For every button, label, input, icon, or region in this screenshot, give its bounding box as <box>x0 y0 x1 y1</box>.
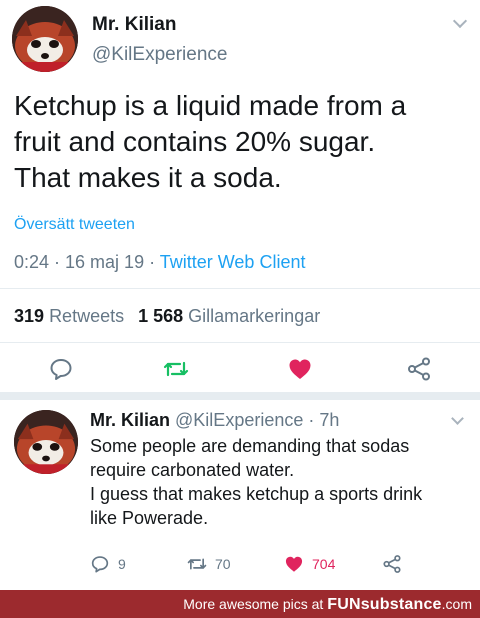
reply-share-button[interactable] <box>382 553 410 575</box>
likes-label: Gillamarkeringar <box>188 306 321 326</box>
author-handle[interactable]: @KilExperience <box>92 44 227 66</box>
reply-icon <box>50 359 72 380</box>
watermark-suffix: .com <box>441 596 472 612</box>
watermark-prefix: More awesome pics at <box>183 596 328 612</box>
reply-text-line: I guess that makes ketchup a sports drin… <box>90 484 423 504</box>
watermark-text: More awesome pics at FUNsubstance.com <box>183 596 472 614</box>
retweets-count: 319 <box>14 306 45 326</box>
reply-retweet-button[interactable]: 70 <box>187 553 231 575</box>
red-panda-avatar-icon <box>12 6 78 72</box>
heart-icon <box>289 359 311 379</box>
tweet-text: Ketchup is a liquid made from a fruit an… <box>14 88 474 196</box>
retweets-label: Retweets <box>49 306 125 326</box>
share-icon <box>408 357 430 381</box>
divider <box>0 288 480 289</box>
watermark-bar: More awesome pics at FUNsubstance.com <box>0 590 480 618</box>
reply-icon <box>91 556 109 573</box>
chevron-down-icon[interactable] <box>452 13 468 29</box>
heart-icon <box>285 556 303 572</box>
reply-text-line: Some people are demanding that sodas <box>90 436 410 456</box>
likes-count: 1 568 <box>138 306 184 326</box>
retweets-stat[interactable]: 319 Retweets <box>14 306 124 326</box>
likes-stat[interactable]: 1 568 Gillamarkeringar <box>138 306 320 326</box>
reply-reply-button[interactable]: 9 <box>90 553 126 575</box>
like-button[interactable] <box>287 356 313 382</box>
section-separator <box>0 392 480 400</box>
divider <box>0 342 480 343</box>
reply-text-line: require carbonated water. <box>90 460 295 480</box>
author-name[interactable]: Mr. Kilian <box>92 14 176 36</box>
watermark-brand: FUNsubstance <box>327 596 442 613</box>
chevron-down-icon[interactable] <box>451 412 464 425</box>
tweet-stats: 319 Retweets 1 568 Gillamarkeringar <box>14 306 320 327</box>
reply-author-handle[interactable]: @KilExperience · 7h <box>175 410 339 430</box>
reply-author-avatar[interactable] <box>14 410 78 474</box>
tweet-text-line: Ketchup is a liquid made from a <box>14 90 407 121</box>
translate-tweet-link[interactable]: Översätt tweeten <box>14 216 135 234</box>
share-button[interactable] <box>406 356 432 382</box>
retweet-icon <box>187 558 207 570</box>
tweet-text-line: That makes it a soda. <box>14 162 282 193</box>
retweet-button[interactable] <box>163 356 189 382</box>
red-panda-avatar-icon <box>14 410 78 474</box>
like-count: 704 <box>312 556 336 572</box>
reply-author-name[interactable]: Mr. Kilian <box>90 410 170 430</box>
tweet-source-link[interactable]: Twitter Web Client <box>160 252 306 272</box>
tweet-text-line: fruit and contains 20% sugar. <box>14 126 376 157</box>
reply-header: Mr. Kilian @KilExperience · 7h <box>90 410 339 431</box>
retweet-count: 70 <box>215 556 231 572</box>
share-icon <box>383 555 401 573</box>
reply-count: 9 <box>118 556 126 572</box>
tweet-timestamp: 0:24 · 16 maj 19 · <box>14 252 160 272</box>
reply-text: Some people are demanding that sodas req… <box>90 434 470 530</box>
reply-text-line: like Powerade. <box>90 508 209 528</box>
main-tweet: Mr. Kilian @KilExperience Ketchup is a l… <box>0 0 480 400</box>
tweet-meta: 0:24 · 16 maj 19 · Twitter Web Client <box>14 252 305 273</box>
retweet-icon <box>163 361 189 377</box>
author-avatar[interactable] <box>12 6 78 72</box>
reply-tweet[interactable]: Mr. Kilian @KilExperience · 7h Some peop… <box>0 400 480 590</box>
reply-like-button[interactable]: 704 <box>284 553 335 575</box>
reply-button[interactable] <box>48 356 74 382</box>
